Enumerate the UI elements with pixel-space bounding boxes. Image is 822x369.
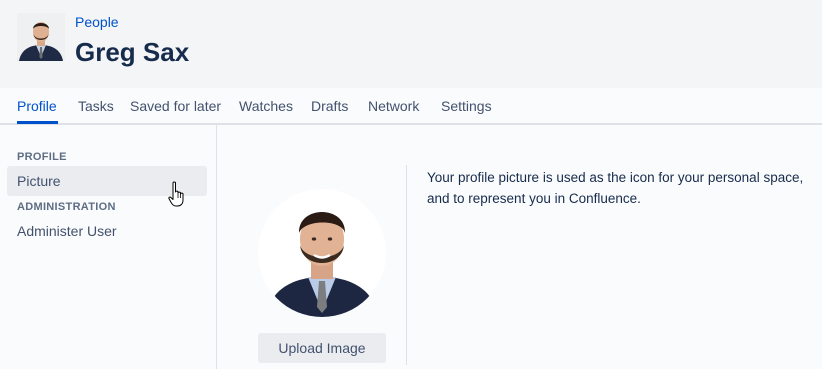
user-avatar[interactable] (17, 13, 65, 61)
sidebar-section-profile: PROFILE (17, 151, 67, 163)
tab-watches[interactable]: Watches (239, 98, 293, 114)
tab-drafts[interactable]: Drafts (311, 98, 348, 114)
tab-settings[interactable]: Settings (441, 98, 492, 114)
tab-saved-for-later[interactable]: Saved for later (130, 98, 221, 114)
profile-picture (258, 189, 386, 317)
profile-photo-icon (258, 189, 386, 317)
vertical-divider (406, 165, 407, 365)
tab-profile[interactable]: Profile (17, 98, 57, 114)
breadcrumb[interactable]: People (75, 14, 119, 30)
sidebar-section-administration: ADMINISTRATION (17, 201, 116, 213)
active-tab-indicator (17, 121, 58, 124)
user-photo-icon (17, 13, 65, 61)
description-line-1: Your profile picture is used as the icon… (427, 170, 804, 185)
tab-network[interactable]: Network (368, 98, 419, 114)
main-content: PROFILE Picture ADMINISTRATION Administe… (0, 125, 822, 369)
sidebar: PROFILE Picture ADMINISTRATION Administe… (0, 125, 217, 369)
upload-image-button[interactable]: Upload Image (258, 333, 386, 363)
page-title: Greg Sax (75, 37, 190, 67)
description-line-2: and to represent you in Confluence. (427, 191, 641, 206)
tab-tasks[interactable]: Tasks (78, 98, 114, 114)
sidebar-item-administer-user[interactable]: Administer User (7, 216, 207, 246)
hand-cursor-icon (168, 181, 184, 207)
profile-picture-description: Your profile picture is used as the icon… (427, 167, 822, 209)
profile-tabs: Profile Tasks Saved for later Watches Dr… (0, 88, 822, 125)
page-header: People Greg Sax (0, 0, 822, 88)
